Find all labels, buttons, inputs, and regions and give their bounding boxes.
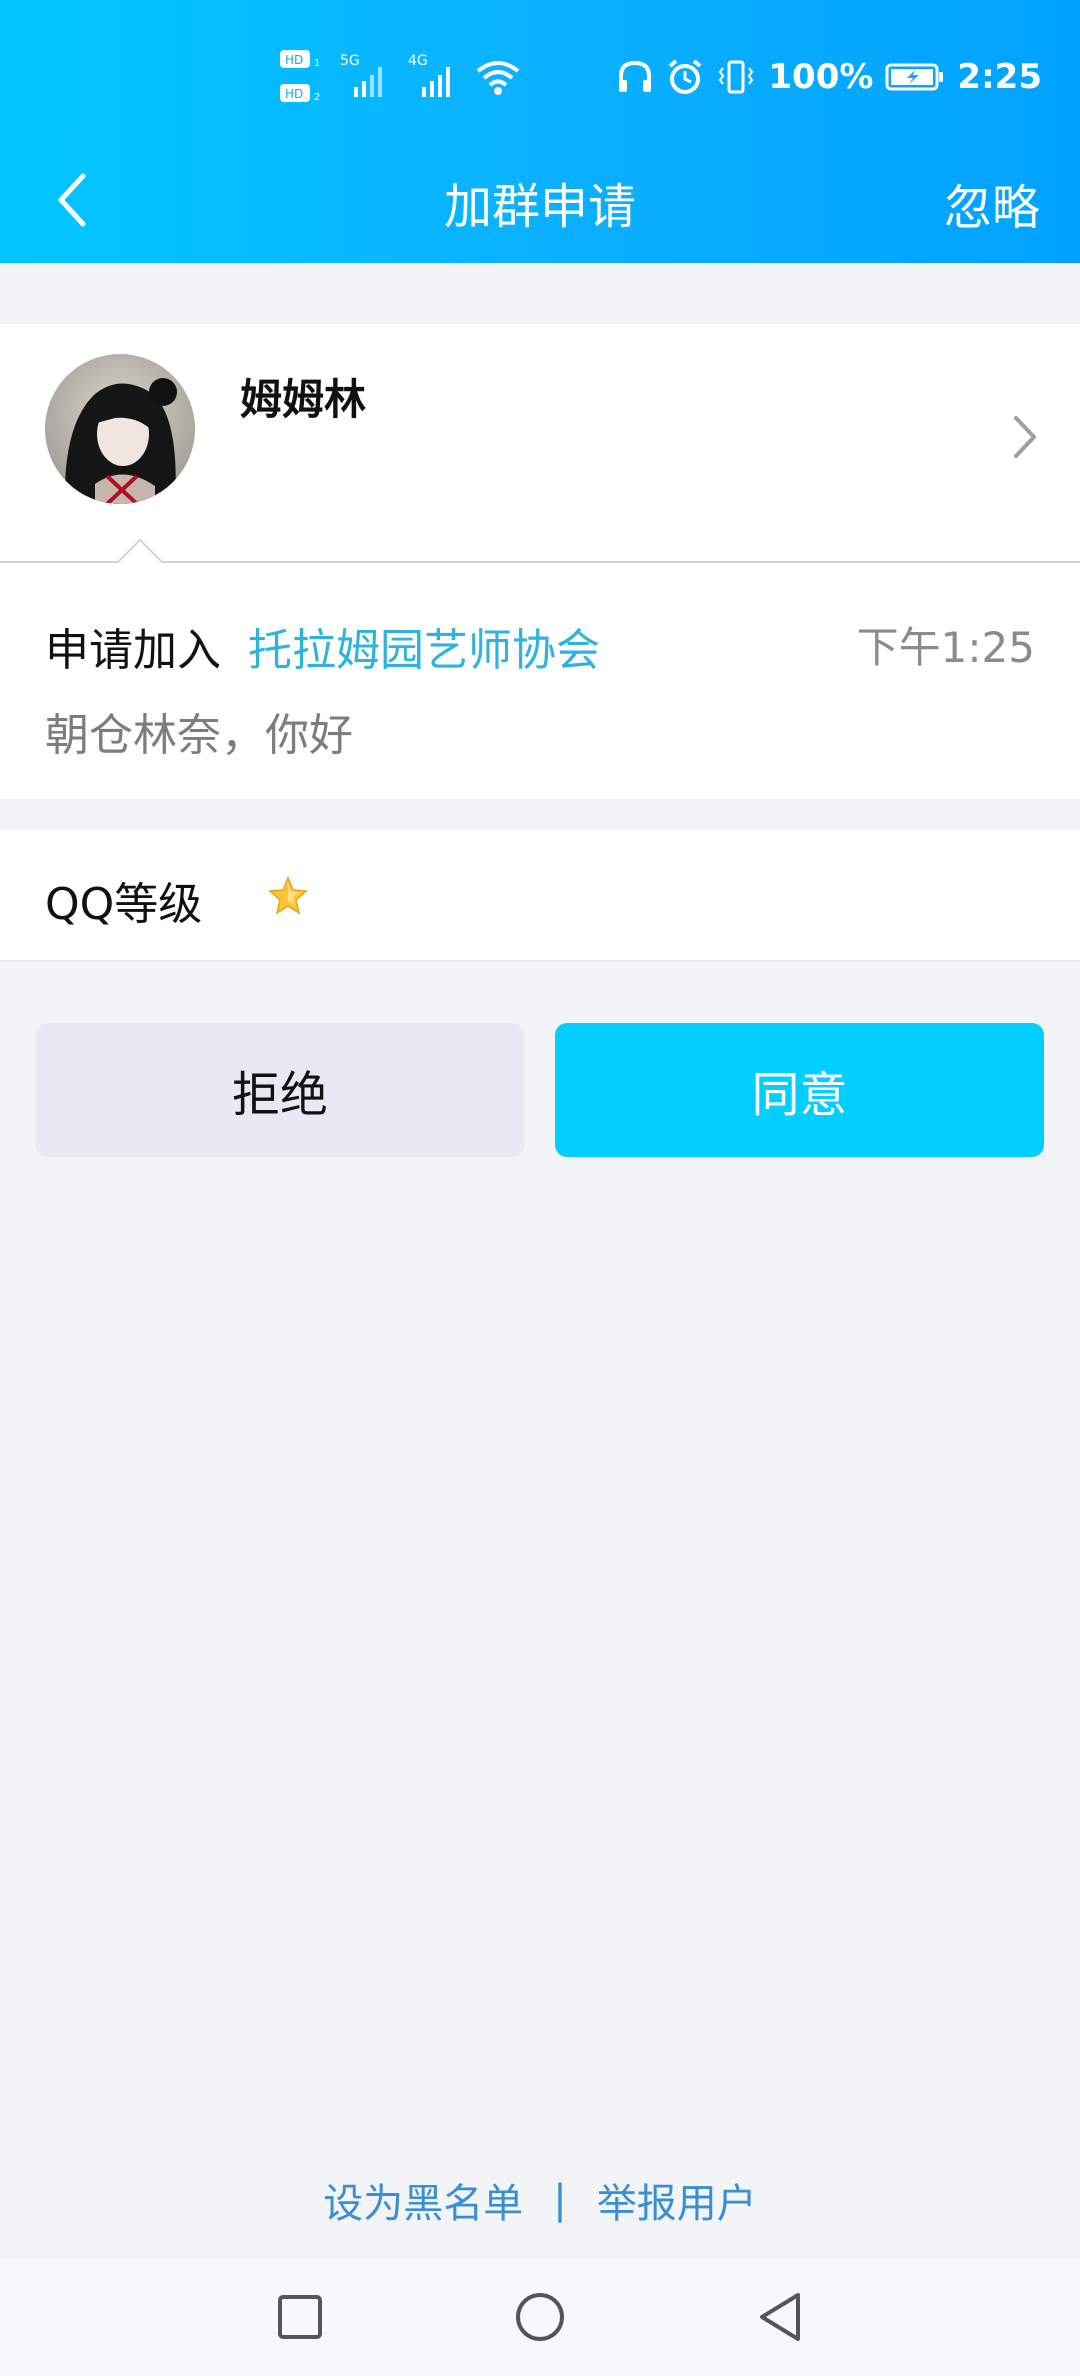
svg-text:5G: 5G bbox=[340, 53, 360, 69]
blacklist-link[interactable]: 设为黑名单 bbox=[323, 2171, 523, 2229]
title-bar: 加群申请 忽略 bbox=[0, 140, 1080, 263]
accept-button[interactable]: 同意 bbox=[555, 1023, 1044, 1157]
report-user-link[interactable]: 举报用户 bbox=[597, 2171, 757, 2229]
qq-level-label: QQ等级 bbox=[45, 879, 203, 930]
status-right-icons: 100% 2:25 bbox=[616, 44, 1042, 110]
system-nav-bar bbox=[0, 2258, 1080, 2376]
footer-separator: | bbox=[553, 2177, 567, 2223]
triangle-back-icon bbox=[760, 2293, 800, 2341]
svg-text:4G: 4G bbox=[408, 53, 428, 69]
chevron-left-icon bbox=[58, 173, 86, 227]
user-card[interactable]: 姆姆林 bbox=[0, 324, 1080, 562]
signal-4g-icon: 4G bbox=[408, 53, 450, 97]
status-bar: HD 1 HD 2 5G 4G 100% 2:25 bbox=[0, 0, 1080, 140]
battery-charging-icon bbox=[885, 63, 944, 91]
avatar-image bbox=[45, 354, 195, 504]
headphones-icon bbox=[619, 60, 652, 92]
svg-text:HD: HD bbox=[285, 87, 303, 101]
avatar[interactable] bbox=[45, 354, 195, 504]
qq-level-row: QQ等级 bbox=[0, 830, 1080, 962]
wifi-icon bbox=[476, 61, 520, 95]
divider-notch bbox=[0, 534, 1080, 564]
circle-icon bbox=[516, 2293, 564, 2341]
reject-button[interactable]: 拒绝 bbox=[36, 1023, 524, 1157]
signal-5g-icon: 5G bbox=[340, 53, 382, 97]
request-prefix: 申请加入 bbox=[45, 625, 221, 676]
recent-apps-button[interactable] bbox=[270, 2287, 330, 2347]
alarm-icon bbox=[669, 59, 702, 94]
request-time: 下午1:25 bbox=[856, 623, 1035, 672]
page-title: 加群申请 bbox=[443, 178, 636, 235]
nav-back-button[interactable] bbox=[750, 2287, 810, 2347]
group-name-link[interactable]: 托拉姆园艺师协会 bbox=[248, 614, 600, 678]
chevron-right-icon bbox=[1014, 416, 1036, 458]
battery-percent: 100% bbox=[768, 57, 874, 97]
star-icon bbox=[268, 876, 308, 915]
status-left-icons: HD 1 HD 2 5G 4G bbox=[278, 42, 522, 112]
square-icon bbox=[278, 2295, 322, 2339]
svg-text:1: 1 bbox=[314, 58, 320, 69]
username: 姆姆林 bbox=[240, 375, 367, 424]
back-button[interactable] bbox=[42, 160, 102, 240]
status-time: 2:25 bbox=[957, 57, 1042, 97]
top-bar: HD 1 HD 2 5G 4G 100% 2:25 加群申请 忽略 bbox=[0, 0, 1080, 263]
hd-sim-icon: HD 1 HD 2 bbox=[280, 50, 320, 103]
vibrate-icon bbox=[719, 60, 754, 94]
ignore-button[interactable]: 忽略 bbox=[944, 158, 1040, 248]
svg-text:2: 2 bbox=[314, 92, 320, 103]
footer-links: 设为黑名单 | 举报用户 bbox=[0, 2170, 1080, 2230]
request-message: 朝仓林奈，你好 bbox=[45, 710, 353, 761]
request-info: 申请加入 托拉姆园艺师协会 下午1:25 朝仓林奈，你好 bbox=[0, 564, 1080, 799]
svg-text:HD: HD bbox=[285, 53, 303, 67]
home-button[interactable] bbox=[510, 2287, 570, 2347]
